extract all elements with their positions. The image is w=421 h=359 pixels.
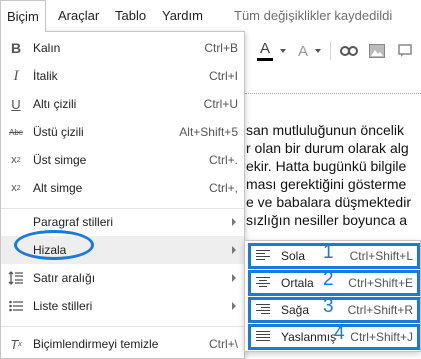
highlight-caret[interactable] bbox=[313, 34, 323, 68]
text-color-icon: A bbox=[259, 39, 270, 57]
menu-item-label: Liste stilleri bbox=[33, 299, 93, 313]
menu-item-clear-formatting[interactable]: Tx Biçimlendirmeyi temizle Ctrl+\ bbox=[1, 330, 244, 358]
chevron-right-icon bbox=[232, 302, 236, 310]
menu-divider bbox=[1, 326, 244, 327]
submenu-item-label: Ortala bbox=[281, 276, 314, 290]
menu-item-paragraph-styles[interactable]: Paragraf stilleri bbox=[1, 208, 244, 236]
annotation-number: 3 bbox=[323, 296, 334, 317]
menu-item-subscript[interactable]: x2 Alt simge Ctrl+, bbox=[1, 174, 244, 202]
chevron-right-icon bbox=[232, 274, 236, 282]
italic-icon: I bbox=[13, 67, 19, 84]
chevron-right-icon bbox=[232, 218, 236, 226]
menu-item-align[interactable]: Hizala bbox=[1, 236, 244, 264]
strikethrough-icon: Abc bbox=[9, 127, 23, 137]
menu-item-shortcut: Ctrl+I bbox=[208, 69, 238, 83]
menu-item-label: Paragraf stilleri bbox=[33, 215, 114, 229]
align-submenu: Sola 1 Ctrl+Shift+L Ortala 2 Ctrl+Shift+… bbox=[244, 240, 421, 352]
menu-item-shortcut: Ctrl+\ bbox=[208, 337, 238, 351]
align-justify-icon bbox=[256, 331, 270, 343]
submenu-item-shortcut: Ctrl+Shift+R bbox=[347, 303, 413, 317]
text-color-swatch bbox=[257, 57, 273, 61]
submenu-item-justified[interactable]: Yaslanmış 4 Ctrl+Shift+J bbox=[248, 323, 420, 350]
align-right-icon bbox=[256, 304, 270, 316]
clear-formatting-icon: Tx bbox=[10, 336, 22, 352]
list-styles-icon bbox=[7, 297, 25, 315]
menu-item-label: İtalik bbox=[33, 69, 58, 83]
menu-item-label: Altı çizili bbox=[33, 97, 77, 111]
menu-item-shortcut: Ctrl+. bbox=[208, 153, 238, 167]
menu-item-list-styles[interactable]: Liste stilleri bbox=[1, 292, 244, 320]
menu-item-strikethrough[interactable]: Abc Üstü çizili Alt+Shift+5 bbox=[1, 118, 244, 146]
toolbar-divider bbox=[330, 42, 331, 60]
comment-button[interactable] bbox=[392, 34, 418, 68]
menu-item-label: Satır aralığı bbox=[33, 271, 96, 285]
menu-item-shortcut: Alt+Shift+5 bbox=[179, 125, 238, 139]
link-button[interactable] bbox=[336, 34, 362, 68]
annotation-number: 4 bbox=[334, 323, 345, 344]
submenu-item-right[interactable]: Sağa 3 Ctrl+Shift+R bbox=[248, 296, 420, 323]
comment-icon bbox=[398, 44, 412, 57]
submenu-item-shortcut: Ctrl+Shift+L bbox=[349, 249, 413, 263]
align-left-icon bbox=[256, 250, 270, 262]
line-spacing-icon bbox=[7, 269, 25, 287]
menu-item-shortcut: Ctrl+B bbox=[204, 41, 238, 55]
annotation-number: 1 bbox=[323, 242, 334, 263]
format-menu: B Kalın Ctrl+B I İtalik Ctrl+I U Altı çi… bbox=[0, 31, 245, 359]
menu-yardim[interactable]: Yardım bbox=[162, 0, 203, 32]
submenu-item-label: Sağa bbox=[281, 303, 310, 317]
submenu-item-shortcut: Ctrl+Shift+E bbox=[348, 276, 413, 290]
menu-araclar[interactable]: Araçlar bbox=[58, 0, 99, 32]
chevron-right-icon bbox=[232, 246, 236, 254]
submenu-item-label: Yaslanmış bbox=[281, 330, 337, 344]
document-line: san mutluluğunun öncelik bbox=[246, 122, 404, 138]
menu-item-superscript[interactable]: x2 Üst simge Ctrl+. bbox=[1, 146, 244, 174]
submenu-item-label: Sola bbox=[281, 249, 306, 263]
menu-item-italic[interactable]: I İtalik Ctrl+I bbox=[1, 62, 244, 90]
underline-icon: U bbox=[11, 96, 21, 112]
menu-item-shortcut: Ctrl+, bbox=[208, 181, 238, 195]
submenu-item-center[interactable]: Ortala 2 Ctrl+Shift+E bbox=[248, 269, 420, 296]
save-status: Tüm değişiklikler kaydedildi bbox=[234, 8, 393, 23]
annotation-number: 2 bbox=[323, 269, 334, 290]
align-center-icon bbox=[256, 277, 270, 289]
subscript-icon: x2 bbox=[11, 182, 21, 194]
document-line: e ve babalara düşmektedir bbox=[246, 194, 411, 210]
text-color-button[interactable]: A bbox=[250, 34, 280, 68]
menu-item-bold[interactable]: B Kalın Ctrl+B bbox=[1, 34, 244, 62]
menu-item-label: Alt simge bbox=[33, 181, 83, 195]
chevron-down-icon bbox=[315, 49, 321, 53]
link-icon bbox=[340, 46, 358, 56]
submenu-item-shortcut: Ctrl+Shift+J bbox=[350, 330, 413, 344]
menu-item-line-spacing[interactable]: Satır aralığı bbox=[1, 264, 244, 292]
menu-item-label: Kalın bbox=[33, 41, 61, 55]
bold-icon: B bbox=[10, 40, 22, 56]
highlight-icon: A bbox=[297, 42, 308, 60]
text-color-caret[interactable] bbox=[278, 34, 288, 68]
chevron-down-icon bbox=[280, 49, 286, 53]
document-line: ekir. Hatta bugünkü bilgile bbox=[246, 158, 407, 174]
menu-tablo[interactable]: Tablo bbox=[115, 0, 146, 32]
menu-bicim[interactable]: Biçim bbox=[0, 0, 46, 32]
highlight-button[interactable]: A bbox=[292, 34, 314, 68]
document-line: ması gerektiğini gösterme bbox=[246, 176, 407, 192]
superscript-icon: x2 bbox=[11, 154, 21, 166]
submenu-item-left[interactable]: Sola 1 Ctrl+Shift+L bbox=[248, 242, 420, 269]
menu-item-shortcut: Ctrl+U bbox=[203, 97, 238, 111]
menu-bar: Biçim Araçlar Tablo Yardım Tüm değişikli… bbox=[0, 0, 421, 32]
ruler bbox=[245, 86, 421, 94]
image-button[interactable] bbox=[364, 34, 390, 68]
menu-item-label: Üst simge bbox=[33, 153, 87, 167]
image-icon bbox=[369, 44, 385, 58]
menu-item-label: Üstü çizili bbox=[33, 125, 84, 139]
document-line: r olan bir durum olarak alg bbox=[246, 140, 409, 156]
toolbar: A A bbox=[240, 34, 421, 68]
document-line: sızlığın nesiller boyunca a bbox=[246, 212, 408, 228]
menu-item-label: Biçimlendirmeyi temizle bbox=[33, 337, 159, 351]
menu-item-underline[interactable]: U Altı çizili Ctrl+U bbox=[1, 90, 244, 118]
menu-item-label: Hizala bbox=[33, 243, 67, 257]
